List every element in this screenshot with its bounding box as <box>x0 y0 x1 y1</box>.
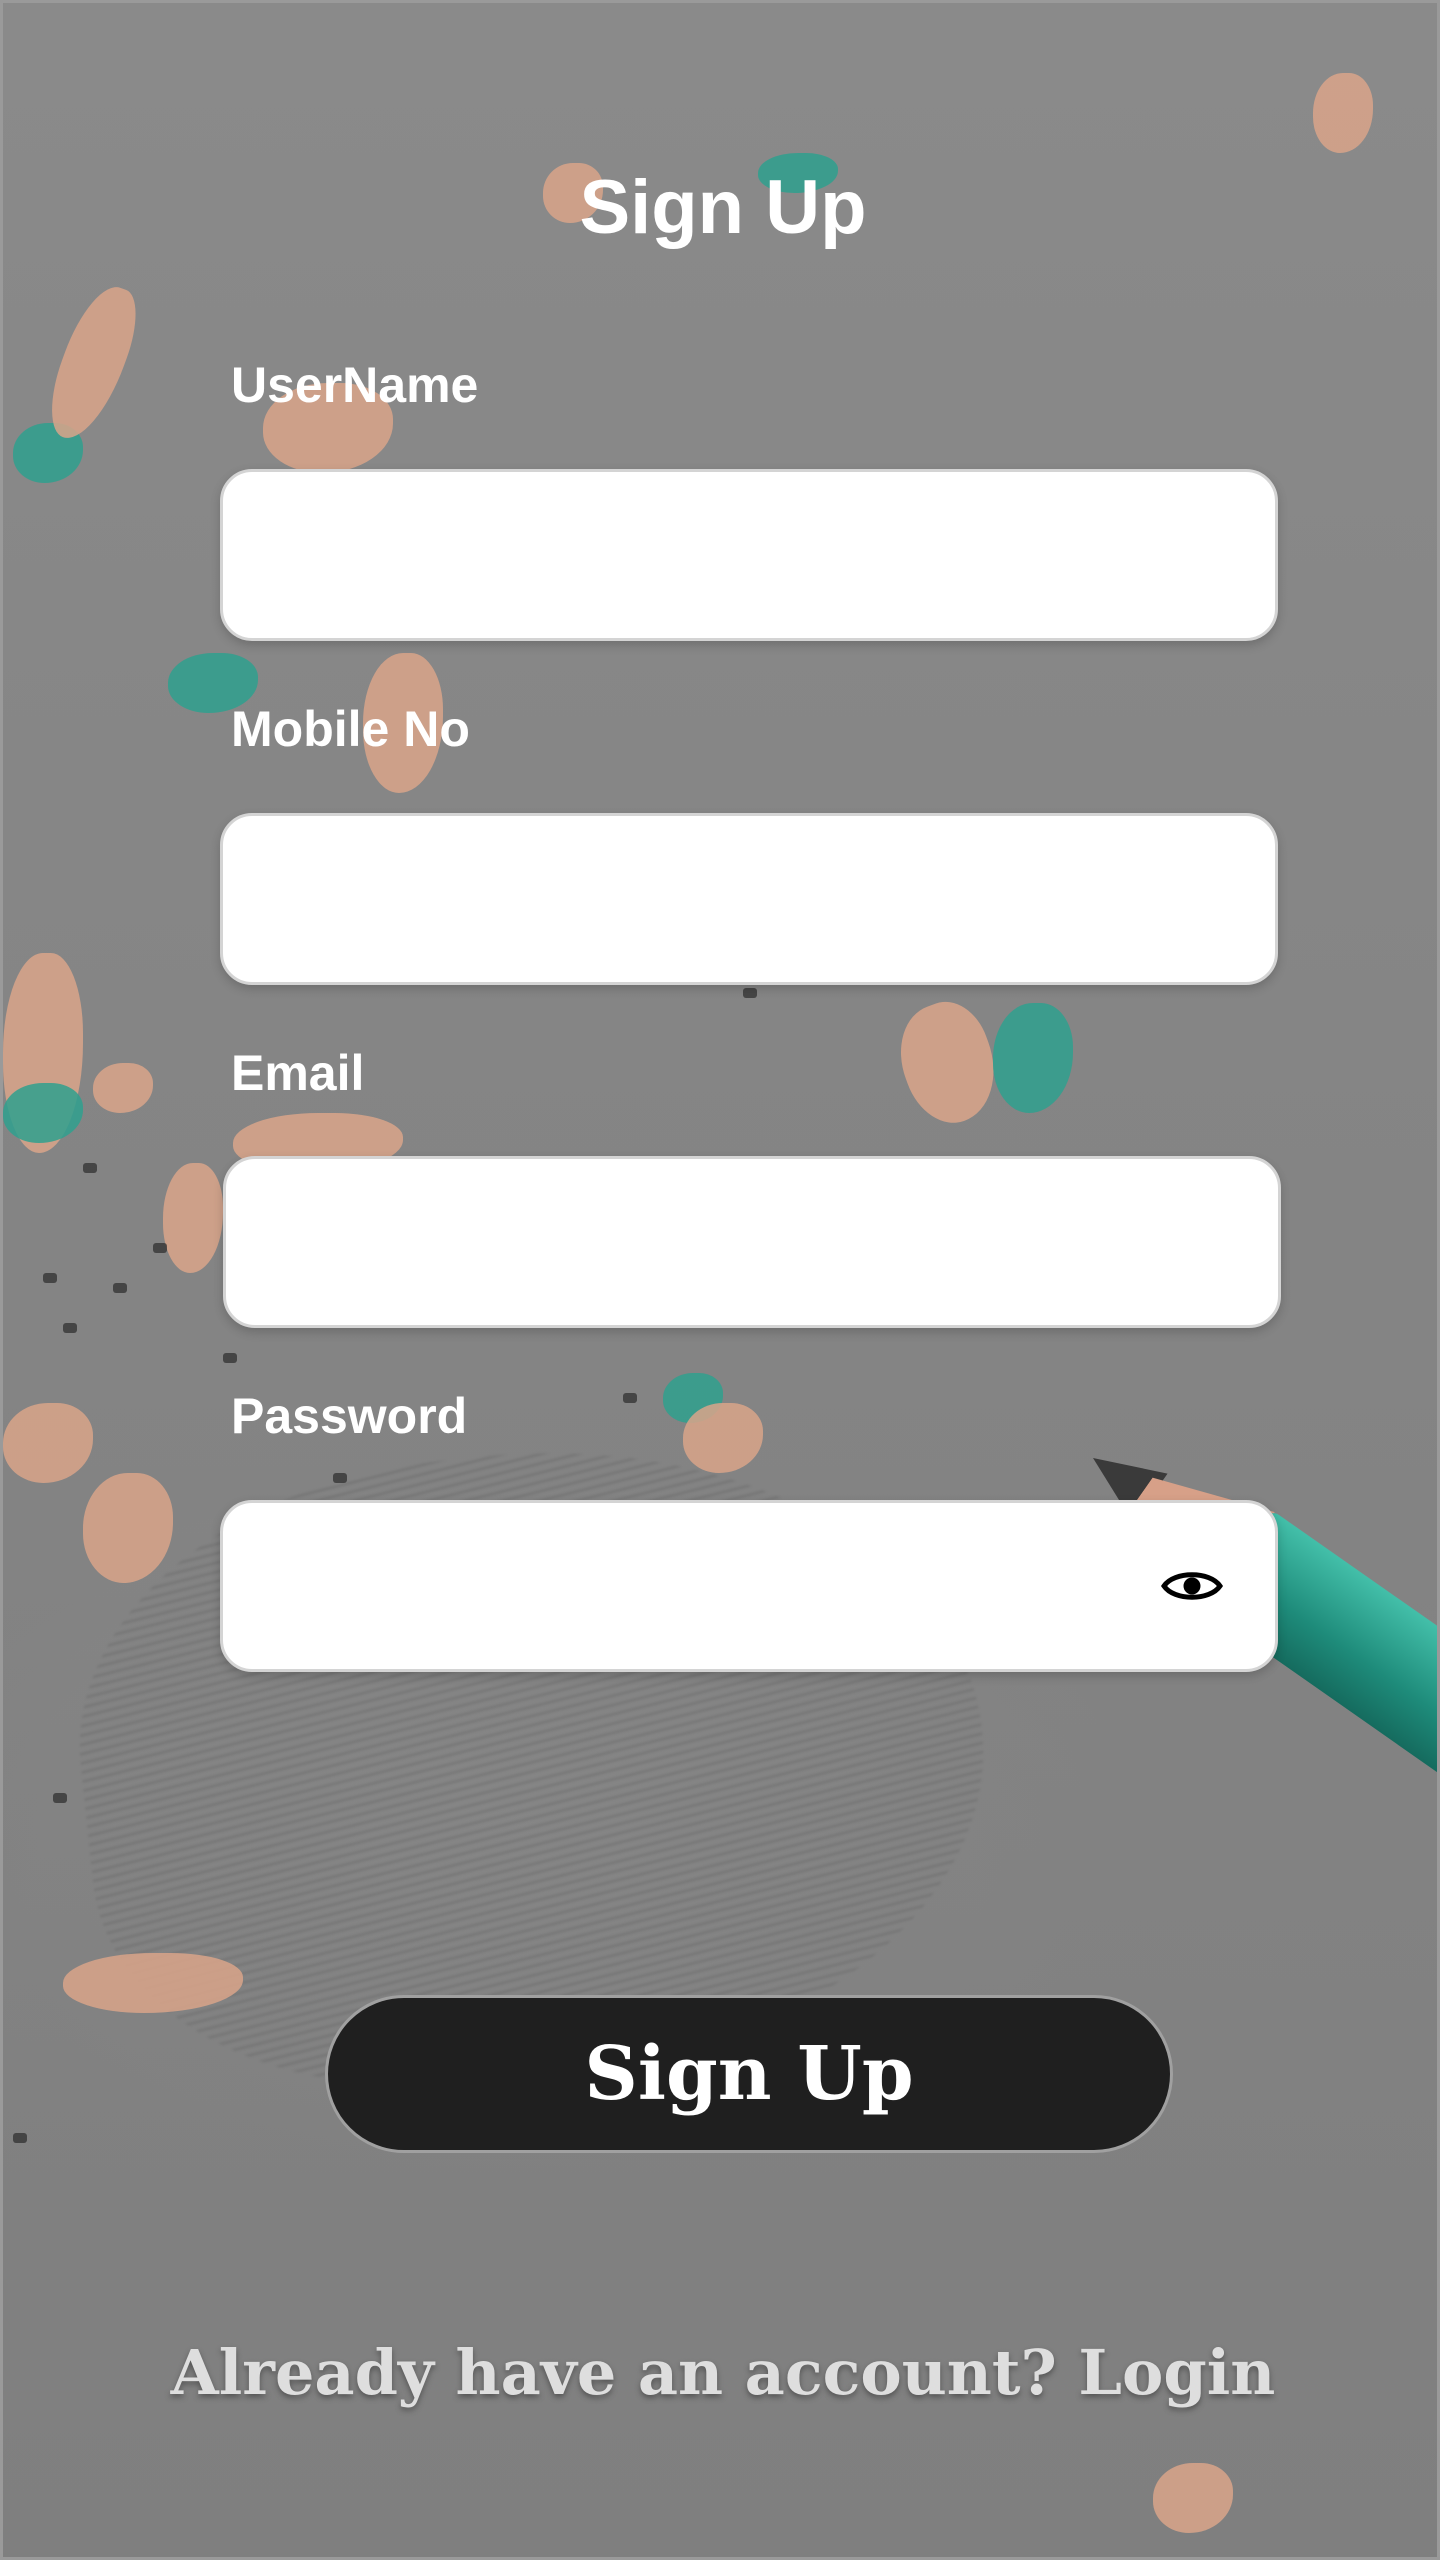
sign-up-button[interactable]: Sign Up <box>325 1995 1173 2153</box>
graphite-decoration <box>623 1393 637 1403</box>
eye-icon[interactable] <box>1161 1566 1223 1606</box>
shaving-decoration <box>93 1063 153 1113</box>
shaving-decoration <box>37 277 149 449</box>
shaving-decoration <box>683 1403 763 1473</box>
graphite-decoration <box>43 1273 57 1283</box>
username-label: UserName <box>231 357 479 413</box>
shaving-decoration <box>663 1373 723 1423</box>
login-link[interactable]: Already have an account? Login <box>3 2333 1437 2413</box>
shaving-decoration <box>63 1953 243 2013</box>
graphite-decoration <box>83 1163 97 1173</box>
password-label: Password <box>231 1388 468 1444</box>
graphite-decoration <box>223 1353 237 1363</box>
email-label: Email <box>231 1045 365 1101</box>
graphite-decoration <box>63 1323 77 1333</box>
shaving-decoration <box>3 1083 83 1143</box>
graphite-decoration <box>113 1283 127 1293</box>
graphite-decoration <box>53 1793 67 1803</box>
email-field[interactable] <box>223 1156 1281 1328</box>
shaving-decoration <box>1153 2463 1233 2533</box>
password-input[interactable] <box>263 1503 1087 1671</box>
graphite-decoration <box>153 1243 167 1253</box>
password-field[interactable] <box>220 1500 1278 1672</box>
email-input[interactable] <box>266 1159 1170 1327</box>
shaving-decoration <box>163 1163 223 1273</box>
username-field[interactable] <box>220 469 1278 641</box>
mobile-label: Mobile No <box>231 701 470 757</box>
mobile-input[interactable] <box>263 816 1167 984</box>
graphite-decoration <box>333 1473 347 1483</box>
signup-screen: Sign Up UserName Mobile No Email Passwor… <box>0 0 1440 2560</box>
graphite-decoration <box>743 988 757 998</box>
shaving-decoration <box>13 423 83 483</box>
page-title: Sign Up <box>579 165 867 250</box>
username-input[interactable] <box>263 472 1167 640</box>
shaving-decoration <box>1313 73 1373 153</box>
shaving-decoration <box>83 1473 173 1583</box>
graphite-decoration <box>13 2133 27 2143</box>
shaving-decoration <box>885 991 1011 1135</box>
shaving-decoration <box>3 1403 93 1483</box>
shaving-decoration <box>3 953 83 1153</box>
mobile-field[interactable] <box>220 813 1278 985</box>
shaving-decoration <box>993 1003 1073 1113</box>
